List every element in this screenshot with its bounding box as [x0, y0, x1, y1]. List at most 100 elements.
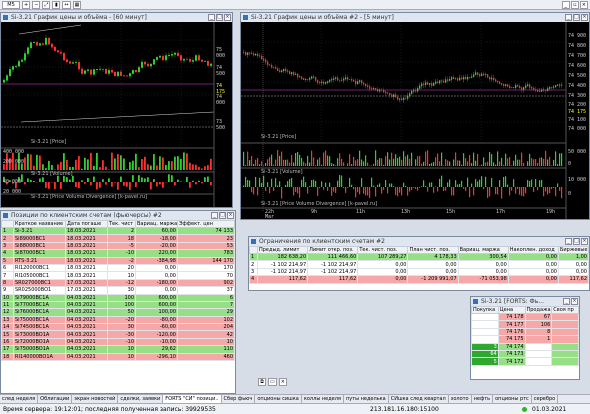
workspace-tab[interactable]: путы неделька — [344, 395, 389, 403]
minimize-icon[interactable]: _ — [208, 14, 215, 21]
order-book-row[interactable]: 74 175 1 — [471, 335, 579, 344]
workspace-tab[interactable]: FORTS "СИ" позици.. — [163, 395, 222, 403]
table-row[interactable]: 15 Si73000BO1A 04.03.2021 -30 -120,00 42 — [1, 330, 235, 339]
candle — [303, 78, 305, 80]
scroll-button[interactable]: ↔ — [62, 0, 71, 9]
order-book-row[interactable]: 74 176 8 — [471, 327, 579, 337]
workspace-tab[interactable]: след неделя — [0, 395, 39, 403]
column-header[interactable]: Биржевые — [558, 246, 589, 254]
indicator-bar — [138, 167, 140, 170]
column-header[interactable]: Цена — [497, 306, 526, 314]
candles-button[interactable]: ▮ — [52, 0, 61, 9]
column-header[interactable]: Лимит откр. поз. — [307, 246, 359, 254]
maximize-icon[interactable]: □ — [219, 212, 226, 219]
tile-window-icon[interactable]: ▭ — [268, 378, 277, 386]
close-app-icon[interactable]: × — [579, 0, 588, 9]
order-book-row[interactable]: 74 178 67 — [471, 312, 579, 322]
order-book-row[interactable]: 74 177 106 — [471, 320, 579, 329]
table-row[interactable]: 13 Si75000BC1A 04.03.2021 -20 -80,00 102 — [1, 315, 235, 325]
workspace-tab[interactable]: сделки, заявки — [118, 395, 164, 403]
column-header[interactable]: Тек. чист. поз. — [357, 246, 409, 254]
table-row[interactable]: 10 Si79000BC1A 04.03.2021 100 600,00 6 — [1, 293, 235, 302]
maximize-icon[interactable]: □ — [573, 14, 580, 21]
close-window-icon[interactable]: × — [278, 378, 287, 386]
column-header[interactable]: Вариац. маржа — [457, 246, 509, 254]
minimize-icon[interactable]: _ — [211, 212, 218, 219]
zoom-in-button[interactable]: + — [22, 0, 31, 9]
column-header[interactable]: Тек. чист — [107, 220, 136, 228]
positions-table[interactable]: Краткое название Дата погаше Тек. чист В… — [1, 220, 235, 362]
table-row[interactable]: 16 Si72000BO1A 04.03.2021 -10 -10,00 10 — [1, 337, 235, 347]
table-row[interactable]: 12 Si76000BC1A 04.03.2021 50 100,00 29 — [1, 308, 235, 317]
column-header[interactable]: Продажа — [524, 306, 553, 314]
table-row[interactable]: 1 182 638,20 111 466,60 107 289,27 4 178,33 3… — [249, 252, 589, 262]
table-row[interactable]: 9 SR025000BO1 17.03.2021 30 0,00 37 — [1, 286, 235, 295]
workspace-tab[interactable]: коллы неделя — [302, 395, 344, 403]
window-title-bar[interactable]: Si-3.21 График цены и объёма #2 - [5 мин… — [241, 13, 589, 22]
close-icon[interactable]: × — [224, 14, 231, 21]
window-title-bar[interactable]: Позиции по клиентским счетам (фьючерсы) … — [1, 211, 235, 220]
table-row[interactable]: 18 RI140000BO1A 04.03.2021 10 -296,10 460 — [1, 352, 235, 362]
interval-select[interactable]: M5 — [2, 0, 20, 9]
price-chart-60min[interactable] — [1, 22, 232, 207]
workspace-tab[interactable]: золото — [449, 395, 472, 403]
order-book-row[interactable]: 64 74 173 — [471, 349, 579, 359]
minimize-icon[interactable]: _ — [565, 238, 572, 245]
workspace-tab[interactable]: опционы сишка — [255, 395, 302, 403]
grid-button[interactable]: ▦ — [72, 0, 82, 9]
order-book-row[interactable]: 5 74 172 — [471, 357, 579, 366]
close-icon[interactable]: × — [227, 212, 234, 219]
table-row[interactable]: 5 RTS-3.21 18.03.2021 -2 -384,98 144 170 — [1, 256, 235, 265]
column-header[interactable]: План чист. поз. — [407, 246, 459, 254]
restore-window-icon[interactable]: ⧉ — [258, 378, 266, 386]
column-header[interactable]: Краткое название — [13, 220, 66, 228]
table-row[interactable]: 8 SR027000BC1 17.03.2021 -12 -180,00 902 — [1, 278, 235, 288]
minimize-app-icon[interactable]: _ — [561, 0, 570, 9]
order-book-table[interactable]: Покупка Цена Продажа Своя пр 74 178 67 74 … — [471, 306, 579, 366]
fit-button[interactable]: ⤢ — [42, 0, 51, 9]
table-row[interactable]: 2 Si89000BC1 18.03.2021 18 -18,00 23 — [1, 234, 235, 243]
table-row[interactable]: 4 117,62 117,62 0,00 -1 209 991,07 -71 053,98… — [249, 275, 589, 284]
column-header[interactable]: Дата погаше — [65, 220, 108, 228]
restore-app-icon[interactable]: ▫ — [570, 0, 579, 9]
window-title-bar[interactable]: Si-3.21 График цены и объёма - [60 минут… — [1, 13, 232, 22]
workspace-tab[interactable]: серебро — [532, 395, 559, 403]
workspace-tab[interactable]: нефть — [472, 395, 494, 403]
column-header[interactable]: Покупка — [471, 306, 499, 314]
table-row[interactable]: 4 Si87000BC1 18.03.2021 -10 220,00 783 — [1, 249, 235, 258]
workspace-tab[interactable]: опционы ртс — [493, 395, 532, 403]
table-row[interactable]: 2 -1 102 214,97 -1 102 214,97 0,00 0,00 0,00 0… — [249, 260, 589, 269]
table-row[interactable]: 7 RI105000BC1 18.03.2021 10 0,00 70 — [1, 271, 235, 280]
workspace-tab[interactable]: экран новостей — [72, 395, 119, 403]
column-header[interactable]: Вариац. маржа — [135, 220, 178, 228]
column-header[interactable]: Эффект. цен — [177, 220, 235, 228]
workspace-tab[interactable]: Облигации — [38, 395, 73, 403]
zoom-out-button[interactable]: − — [32, 0, 41, 9]
limits-table[interactable]: Предыд. лимит Лимит откр. поз. Тек. чист… — [249, 246, 589, 284]
table-row[interactable]: 1 Si-3.21 18.03.2021 2 60,00 74 133 — [1, 226, 235, 236]
close-icon[interactable]: × — [581, 238, 588, 245]
table-cell: 111 466,60 — [307, 252, 359, 262]
table-row[interactable]: 17 Si75000BO1A 04.03.2021 10 29,62 110 — [1, 345, 235, 354]
table-row[interactable]: 14 Si74500BC1A 04.03.2021 30 -60,00 204 — [1, 323, 235, 332]
window-title-bar[interactable]: Si-3.21 [FORTS: Фь... _ × — [471, 297, 579, 306]
maximize-icon[interactable]: □ — [216, 14, 223, 21]
window-title-bar[interactable]: Ограничения по клиентским счетам #2 _ □ × — [249, 237, 589, 246]
maximize-icon[interactable]: □ — [573, 238, 580, 245]
close-icon[interactable]: × — [581, 14, 588, 21]
column-header[interactable]: Предыд. лимит — [256, 246, 309, 254]
minimize-icon[interactable]: _ — [565, 14, 572, 21]
column-header[interactable]: Своя пр — [551, 306, 579, 314]
workspace-tab[interactable]: СИшка след квартал — [389, 395, 449, 403]
column-header[interactable]: Накоплен. доход — [507, 246, 560, 254]
table-row[interactable]: 3 Si88000BC1 18.03.2021 -5 -20,00 53 — [1, 241, 235, 251]
table-row[interactable]: 6 RI120000BC1 18.03.2021 20 0,00 170 — [1, 263, 235, 273]
table-row[interactable]: 3 -1 102 214,97 -1 102 214,97 0,00 0,00 0,00 0… — [249, 267, 589, 277]
workspace-tab[interactable]: Сбер фьюч — [222, 395, 256, 403]
order-book-row[interactable]: 3 74 174 — [471, 342, 579, 351]
candle — [521, 87, 523, 90]
close-icon[interactable]: × — [571, 298, 578, 305]
minimize-icon[interactable]: _ — [563, 298, 570, 305]
table-row[interactable]: 11 Si77000BC1A 04.03.2021 100 600,00 7 — [1, 300, 235, 310]
price-chart-5min[interactable] — [241, 22, 589, 219]
